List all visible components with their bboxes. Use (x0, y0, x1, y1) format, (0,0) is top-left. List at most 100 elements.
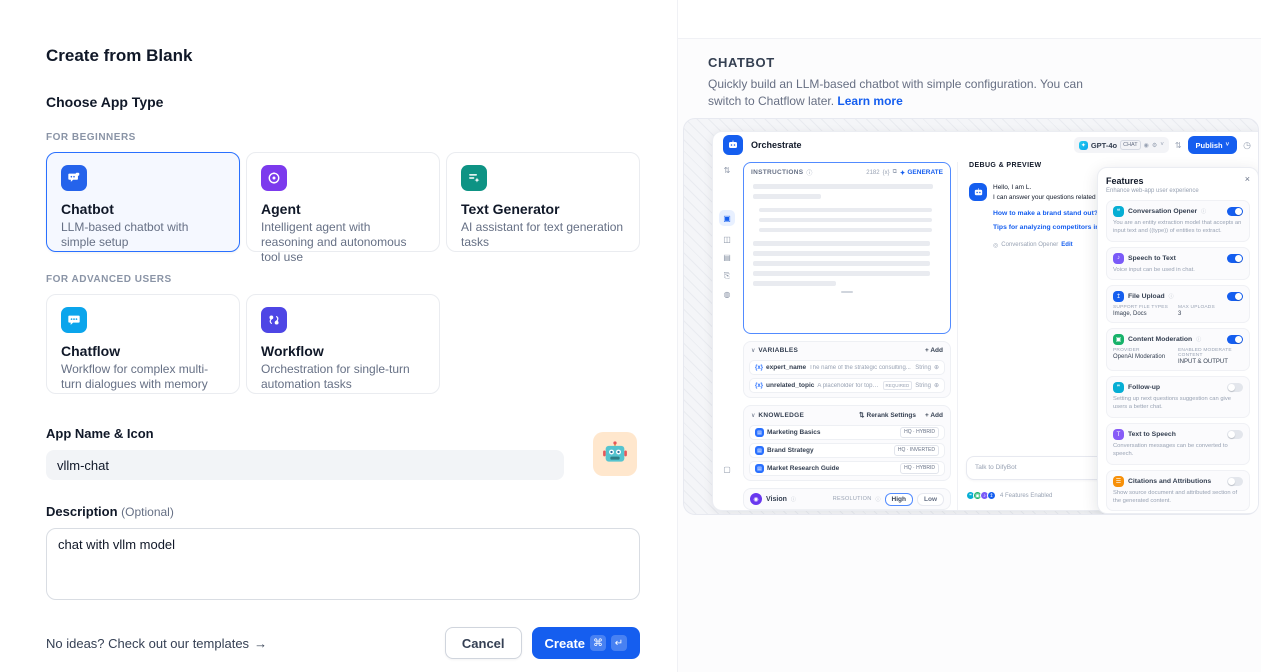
resolution-info-icon: ⓘ (876, 496, 881, 503)
cancel-button[interactable]: Cancel (445, 627, 522, 659)
create-button[interactable]: Create ⌘ ↵ (532, 627, 640, 659)
feature-toggle (1227, 254, 1243, 263)
feature-name: Content Moderation (1128, 336, 1192, 343)
app-type-desc: LLM-based chatbot with simple setup (61, 220, 225, 250)
learn-more-link[interactable]: Learn more (837, 94, 902, 108)
skeleton-line (759, 228, 932, 233)
knowledge-name: Marketing Basics (767, 429, 897, 436)
model-selector: ✦ GPT-4o CHAT ◉ ⚙ ˅ (1074, 137, 1169, 153)
chatflow-icon (61, 307, 87, 333)
variables-add-button: + Add (925, 347, 943, 354)
model-provider-icon: ✦ (1079, 141, 1088, 150)
description-textarea[interactable]: chat with vllm model (46, 528, 640, 600)
skeleton-line (753, 261, 930, 266)
resolution-low-pill: Low (917, 493, 944, 506)
templates-link-text: No ideas? Check out our templates (46, 636, 249, 651)
app-type-desc: Orchestration for single-turn automation… (261, 362, 425, 392)
feature-name: Text to Speech (1128, 431, 1176, 438)
feature-desc: Show source document and attributed sect… (1113, 490, 1243, 506)
templates-link[interactable]: No ideas? Check out our templates → (46, 636, 267, 651)
preview-pane-top-strip (678, 0, 1261, 39)
rerank-settings-button: ⇅ Rerank Settings (859, 411, 916, 419)
model-chevron-icon: ˅ (1160, 142, 1164, 148)
knowledge-name: Brand Strategy (767, 447, 891, 454)
model-name: GPT-4o (1091, 141, 1117, 150)
command-key-icon: ⌘ (590, 635, 606, 651)
opener-icon: ◎ (993, 242, 998, 249)
history-clock-icon: ◷ (1243, 140, 1251, 151)
generate-button: ✦ GENERATE (900, 169, 943, 177)
arrow-right-icon: → (254, 636, 267, 651)
app-type-card-workflow[interactable]: Workflow Orchestration for single-turn a… (246, 294, 440, 394)
vision-section: ◉ Vision ⓘ RESOLUTION ⓘ High Low (743, 488, 951, 510)
sidebar-globe-icon: ◍ (724, 290, 731, 299)
generate-star-icon: ✦ (900, 169, 905, 177)
follow-up-icon: ❞ (1113, 382, 1124, 393)
file-upload-icon: ↥ (1113, 291, 1124, 302)
feature-toggle (1227, 383, 1243, 392)
variables-section: ∨ VARIABLES + Add {x} expert_name The na… (743, 341, 951, 398)
meta-value: Image, Docs (1113, 311, 1178, 317)
app-type-card-agent[interactable]: Agent Intelligent agent with reasoning a… (246, 152, 440, 252)
knowledge-section: ∨ KNOWLEDGE ⇅ Rerank Settings + Add ▤ Ma… (743, 405, 951, 481)
app-name-input[interactable] (46, 450, 564, 480)
publish-chevron-icon: ˅ (1226, 142, 1230, 148)
feature-toggle (1227, 207, 1243, 216)
content-moderation-icon: ▣ (1113, 334, 1124, 345)
app-type-name: Chatbot (61, 201, 225, 217)
variables-braces-icon: {x} (883, 170, 890, 176)
variable-settings-icon: ⊕ (934, 382, 939, 389)
preview-window-title: Orchestrate (751, 140, 802, 150)
preview-pane-header: CHATBOT Quickly build an LLM-based chatb… (678, 39, 1261, 111)
app-icon-picker[interactable] (593, 432, 637, 476)
for-beginners-label: FOR BEGINNERS (46, 132, 640, 143)
modal-title: Create from Blank (46, 46, 640, 66)
feature-name: Conversation Opener (1128, 208, 1197, 215)
variables-label: VARIABLES (758, 347, 798, 354)
features-panel: Features × Enhance web-app user experien… (1097, 167, 1259, 514)
collapse-caret-icon: ∨ (751, 412, 755, 419)
model-mode-badge: CHAT (1120, 140, 1141, 150)
knowledge-doc-icon: ▤ (755, 446, 764, 455)
skeleton-line (753, 251, 930, 256)
enabled-features-row: ❝ ▣ ♪ ↥ 4 Features Enabled (966, 491, 1052, 500)
info-icon: ⓘ (1201, 208, 1206, 215)
vision-eye-icon: ◉ (750, 493, 762, 505)
feature-name: Follow-up (1128, 384, 1160, 391)
knowledge-badge: HQ · HYBRID (900, 427, 939, 438)
app-type-card-chatbot[interactable]: Chatbot LLM-based chatbot with simple se… (46, 152, 240, 252)
meta-label: PROVIDER (1113, 348, 1178, 353)
knowledge-add-button: + Add (925, 412, 943, 419)
skeleton-line (753, 271, 930, 276)
publish-button: Publish ˅ (1188, 136, 1238, 154)
feature-toggle (1227, 477, 1243, 486)
create-app-screen: Create from Blank Choose App Type FOR BE… (0, 0, 1261, 672)
modal-footer: No ideas? Check out our templates → Canc… (46, 627, 640, 659)
knowledge-name: Market Research Guide (767, 465, 897, 472)
app-type-desc: AI assistant for text generation tasks (461, 220, 625, 250)
create-button-label: Create (545, 636, 585, 651)
instructions-header: INSTRUCTIONS ⓘ 2182 {x} ⧉ ✦ GENERATE (744, 163, 950, 180)
resolution-label: RESOLUTION (833, 496, 872, 502)
variable-desc: The name of the strategic consulting... (809, 365, 912, 371)
text-to-speech-icon: T (1113, 429, 1124, 440)
skeleton-line (759, 208, 932, 213)
variable-row: {x} unrelated_topic A placeholder for to… (749, 378, 945, 393)
app-type-card-text-generator[interactable]: Text Generator AI assistant for text gen… (446, 152, 640, 252)
resolution-high-pill: High (885, 493, 913, 506)
feature-desc: You are an entity extraction model that … (1113, 220, 1243, 236)
skeleton-line (753, 194, 821, 199)
speech-to-text-icon: ♪ (1113, 253, 1124, 264)
opener-edit-link: Edit (1061, 242, 1072, 248)
feature-name: File Upload (1128, 293, 1165, 300)
knowledge-badge: HQ · INVERTED (894, 445, 939, 456)
skeleton-line (759, 218, 932, 223)
sidebar-bottom-icon: ▢ (723, 465, 731, 474)
preview-app-icon (723, 135, 743, 155)
close-icon: × (1245, 174, 1250, 184)
knowledge-doc-icon: ▤ (755, 464, 764, 473)
app-type-card-chatflow[interactable]: Chatflow Workflow for complex multi-turn… (46, 294, 240, 394)
footer-buttons: Cancel Create ⌘ ↵ (445, 627, 640, 659)
app-type-desc: Intelligent agent with reasoning and aut… (261, 220, 425, 265)
conversation-opener-icon: ❝ (1113, 206, 1124, 217)
